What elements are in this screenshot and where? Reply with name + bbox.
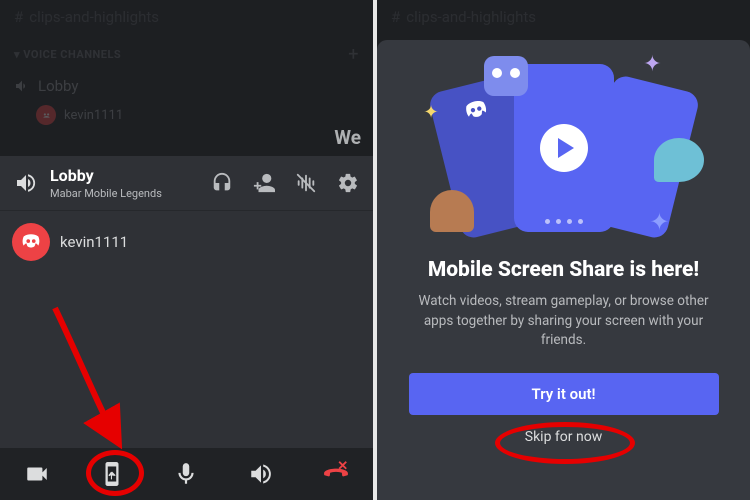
voice-title: Lobby bbox=[50, 166, 199, 185]
sparkle-icon: ✦ bbox=[649, 208, 669, 236]
play-icon bbox=[540, 124, 588, 172]
right-screenshot: # clips-and-highlights ▾ VOICE CHANNELS … bbox=[373, 0, 750, 500]
sparkle-icon: ✦ bbox=[424, 102, 439, 123]
skip-button[interactable]: Skip for now bbox=[525, 429, 602, 445]
character-illustration bbox=[430, 190, 474, 232]
voice-call-panel: Lobby Mabar Mobile Legends kevin1111 bbox=[0, 156, 373, 500]
mute-button[interactable] bbox=[162, 450, 210, 498]
promo-description: Watch videos, stream gameplay, or browse… bbox=[414, 292, 714, 351]
x-icon: ✕ bbox=[337, 459, 348, 474]
screen-share-button[interactable] bbox=[88, 450, 136, 498]
add-user-icon[interactable] bbox=[253, 172, 275, 194]
screen-share-promo-sheet: ✦ ✦ ✦ Mobile Screen Share is here! Watch… bbox=[377, 40, 750, 500]
avatar bbox=[14, 225, 48, 259]
voice-header: Lobby Mabar Mobile Legends bbox=[0, 156, 373, 211]
speaker-button[interactable] bbox=[237, 450, 285, 498]
disconnect-button[interactable]: ✕ bbox=[312, 450, 360, 498]
partial-text: We bbox=[334, 126, 361, 149]
bird-illustration bbox=[654, 138, 704, 182]
phone-illustration bbox=[514, 64, 614, 232]
voice-members: kevin1111 bbox=[0, 211, 373, 273]
discord-logo-icon bbox=[460, 95, 492, 127]
headphones-icon[interactable] bbox=[211, 172, 233, 194]
speaker-icon bbox=[14, 171, 38, 195]
member-row[interactable]: kevin1111 bbox=[14, 225, 359, 259]
try-it-out-button[interactable]: Try it out! bbox=[409, 373, 719, 415]
gear-icon[interactable] bbox=[337, 172, 359, 194]
hero-illustration: ✦ ✦ ✦ bbox=[424, 58, 704, 238]
video-button[interactable] bbox=[13, 450, 61, 498]
member-name: kevin1111 bbox=[60, 233, 128, 251]
voice-action-bar: ✕ bbox=[0, 448, 373, 500]
robot-illustration bbox=[484, 56, 528, 96]
voice-subtitle: Mabar Mobile Legends bbox=[50, 187, 199, 200]
noise-suppression-icon[interactable] bbox=[295, 172, 317, 194]
sparkle-icon: ✦ bbox=[643, 52, 661, 77]
left-screenshot: # clips-and-highlights ▾ VOICE CHANNELS … bbox=[0, 0, 373, 500]
promo-title: Mobile Screen Share is here! bbox=[428, 258, 699, 282]
